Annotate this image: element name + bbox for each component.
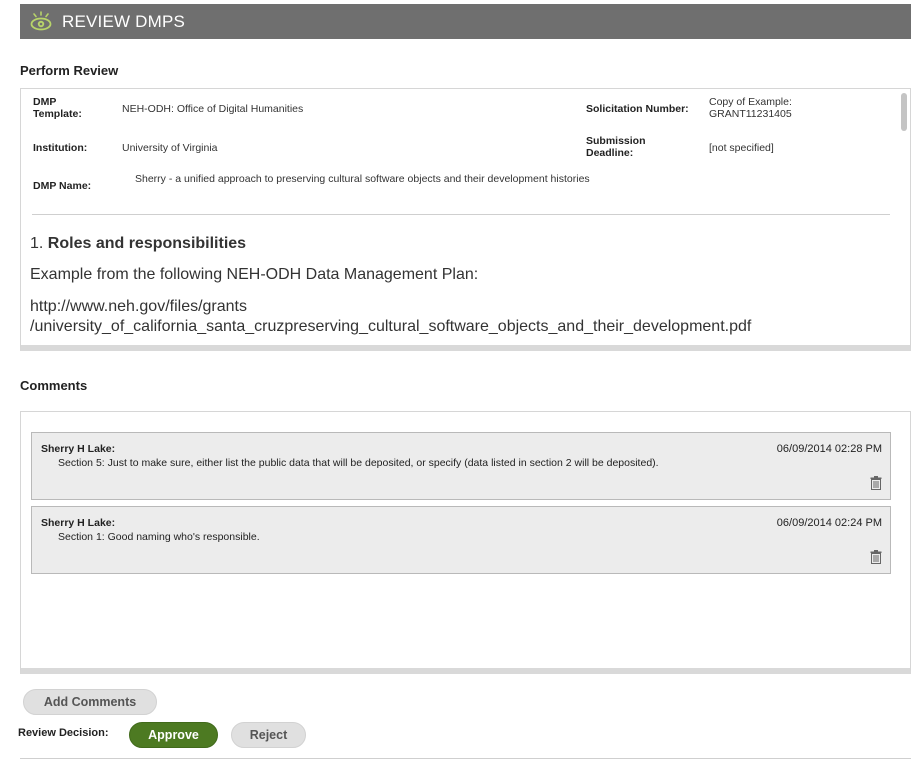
question-number: 1. bbox=[30, 235, 44, 252]
comments-heading: Comments bbox=[20, 378, 88, 393]
comment-text: Section 1: Good naming who's responsible… bbox=[58, 531, 260, 543]
question-title-text: Roles and responsibilities bbox=[47, 235, 247, 252]
dmp-template-value: NEH-ODH: Office of Digital Humanities bbox=[122, 103, 304, 115]
submission-deadline-label: Submission Deadline: bbox=[586, 135, 646, 159]
institution-value: University of Virginia bbox=[122, 142, 218, 154]
header-bar: REVIEW DMPS bbox=[20, 4, 911, 39]
comment-text: Section 5: Just to make sure, either lis… bbox=[58, 457, 659, 469]
review-panel[interactable]: DMP Template: NEH-ODH: Office of Digital… bbox=[20, 88, 911, 351]
perform-review-heading: Perform Review bbox=[20, 63, 119, 78]
dmp-name-value: Sherry - a unified approach to preservin… bbox=[135, 173, 590, 185]
divider bbox=[32, 214, 890, 215]
approve-button[interactable]: Approve bbox=[129, 722, 218, 748]
dmp-name-label: DMP Name: bbox=[33, 180, 92, 192]
question-title: 1. Roles and responsibilities bbox=[30, 235, 246, 253]
comments-panel: Sherry H Lake: 06/09/2014 02:28 PM Secti… bbox=[20, 411, 911, 674]
scrollbar-thumb[interactable] bbox=[901, 93, 907, 131]
comment-item: Sherry H Lake: 06/09/2014 02:24 PM Secti… bbox=[31, 506, 891, 574]
comment-author: Sherry H Lake: bbox=[41, 517, 116, 529]
institution-label: Institution: bbox=[33, 142, 88, 154]
comment-author: Sherry H Lake: bbox=[41, 443, 116, 455]
reject-button[interactable]: Reject bbox=[231, 722, 306, 748]
submission-deadline-value: [not specified] bbox=[709, 142, 774, 154]
page-title: REVIEW DMPS bbox=[62, 11, 186, 31]
comment-item: Sherry H Lake: 06/09/2014 02:28 PM Secti… bbox=[31, 432, 891, 500]
trash-icon[interactable] bbox=[870, 550, 882, 564]
comment-date: 06/09/2014 02:24 PM bbox=[776, 517, 882, 529]
dmp-template-label: DMP Template: bbox=[33, 96, 82, 120]
question-link-line1: http://www.neh.gov/files/grants bbox=[30, 298, 247, 315]
trash-icon[interactable] bbox=[870, 476, 882, 490]
comment-date: 06/09/2014 02:28 PM bbox=[776, 443, 882, 455]
review-decision-label: Review Decision: bbox=[18, 727, 109, 739]
add-comments-button[interactable]: Add Comments bbox=[23, 689, 157, 715]
eye-icon bbox=[30, 10, 52, 30]
question-text: Example from the following NEH-ODH Data … bbox=[30, 266, 479, 283]
solicitation-number-value: Copy of Example: GRANT11231405 bbox=[709, 96, 792, 120]
bottom-divider bbox=[20, 758, 911, 759]
solicitation-number-label: Solicitation Number: bbox=[586, 103, 689, 115]
question-link-line2: /university_of_california_santa_cruzpres… bbox=[30, 318, 752, 335]
